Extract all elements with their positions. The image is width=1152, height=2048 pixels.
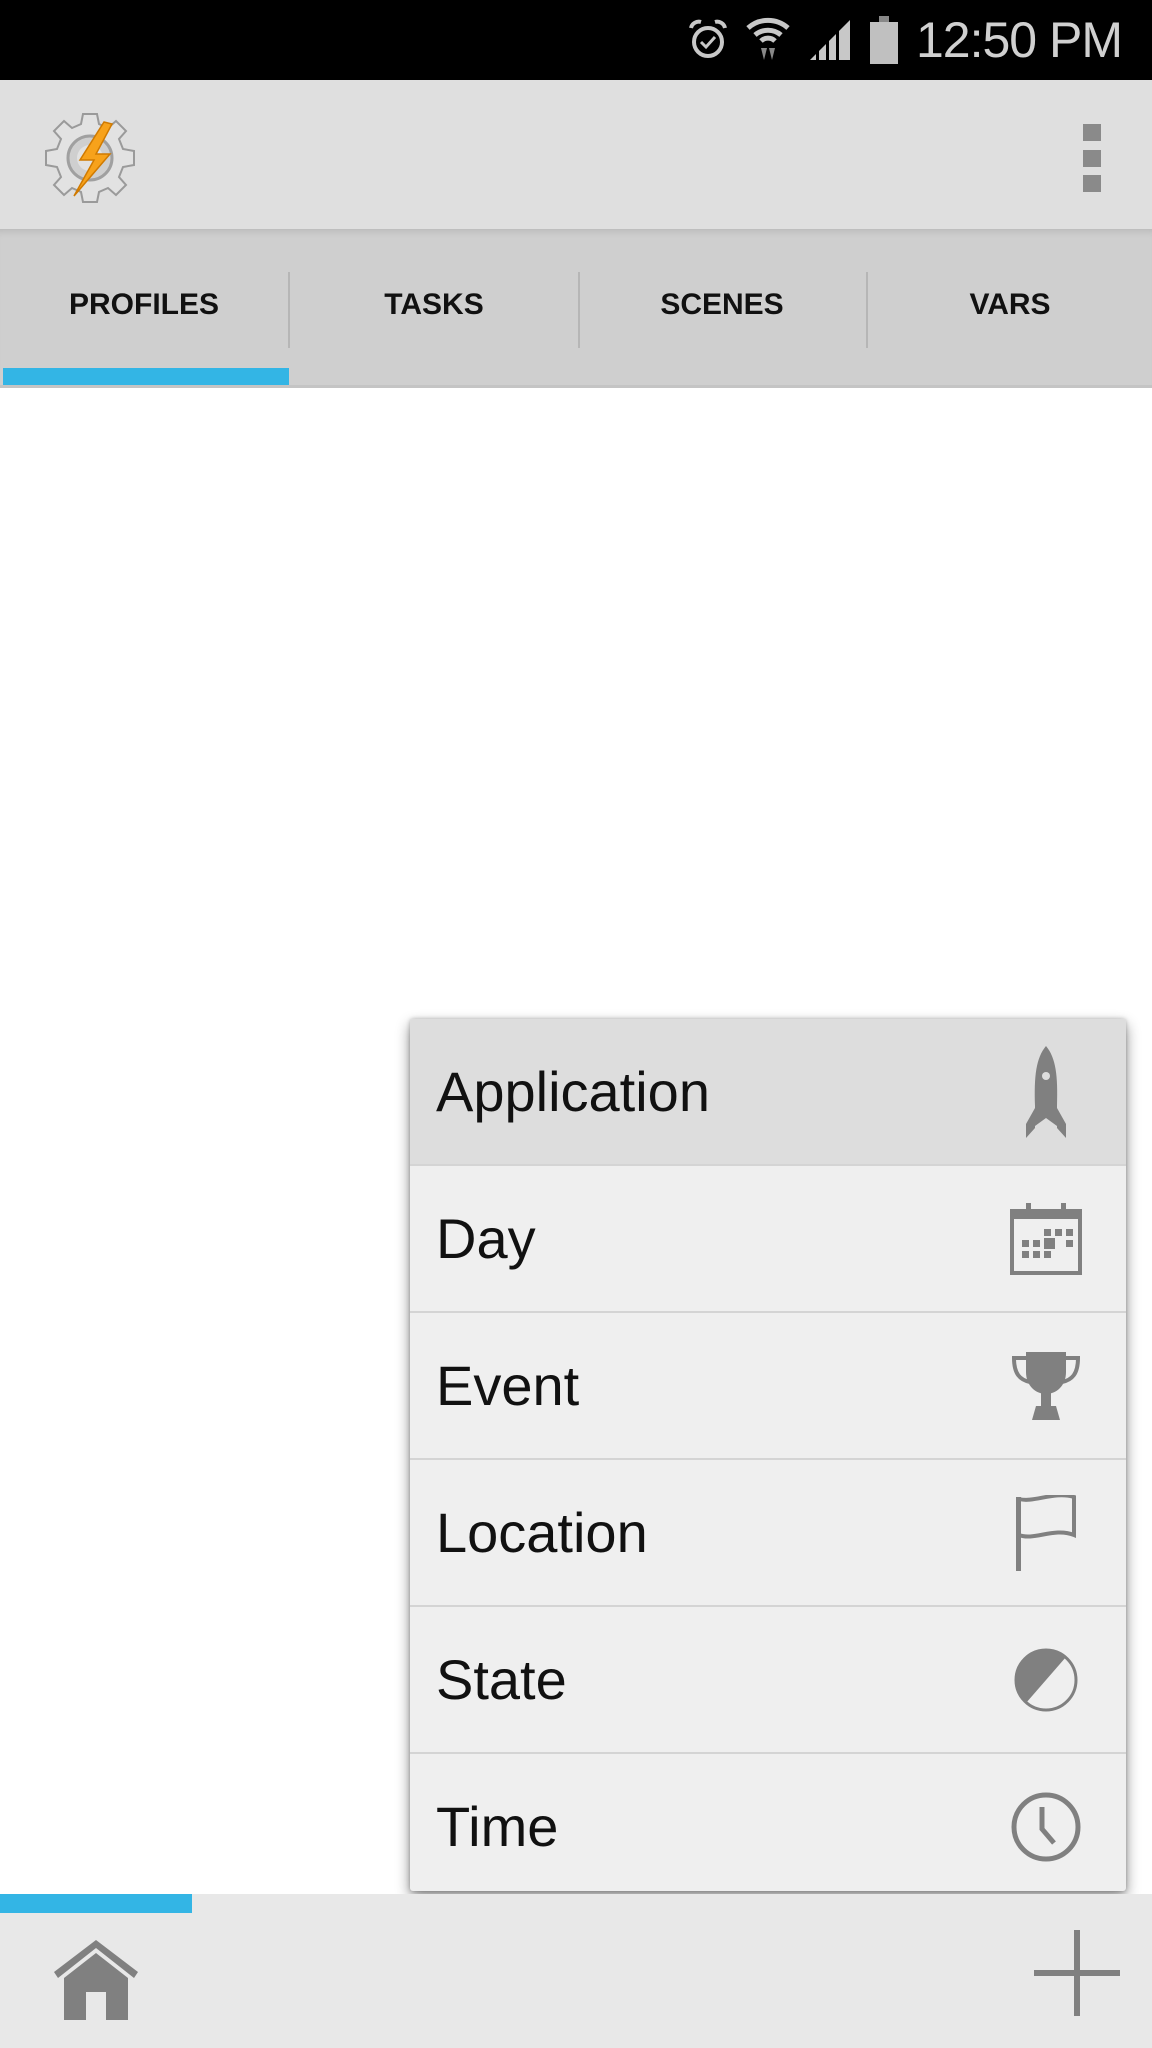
trophy-icon <box>1010 1346 1082 1426</box>
tab-label: SCENES <box>660 288 784 321</box>
status-time: 12:50 PM <box>915 12 1123 68</box>
rocket-icon <box>1010 1045 1082 1138</box>
clock-icon <box>1010 1787 1082 1867</box>
status-icons: 12:50 PM <box>688 0 1123 80</box>
tab-vars[interactable]: VARS <box>866 229 1152 385</box>
alarm-icon <box>689 19 727 58</box>
menu-item-time[interactable]: Time <box>410 1754 1126 1891</box>
calendar-icon <box>1010 1199 1082 1279</box>
tab-label: VARS <box>969 288 1051 321</box>
home-icon[interactable] <box>50 1938 142 2022</box>
menu-item-label: Application <box>436 1060 710 1123</box>
tab-bar: PROFILES TASKS SCENES VARS <box>0 229 1152 385</box>
menu-item-state[interactable]: State <box>410 1607 1126 1754</box>
progress-bar <box>0 1894 1152 1913</box>
overflow-dot <box>1083 124 1101 141</box>
tab-scenes[interactable]: SCENES <box>578 229 866 385</box>
overflow-dot <box>1083 149 1101 167</box>
tab-tasks[interactable]: TASKS <box>290 229 578 385</box>
status-bar: 12:50 PM <box>0 0 1152 80</box>
flag-icon <box>1010 1493 1082 1573</box>
menu-item-application[interactable]: Application <box>410 1019 1126 1166</box>
tab-profiles[interactable]: PROFILES <box>0 229 288 385</box>
app-bar <box>0 80 1152 229</box>
context-type-menu: Application Day Event Location State Tim… <box>410 1019 1126 1891</box>
menu-item-label: Day <box>436 1207 536 1270</box>
menu-item-label: State <box>436 1648 567 1711</box>
menu-item-event[interactable]: Event <box>410 1313 1126 1460</box>
overflow-dot <box>1083 175 1101 192</box>
tasker-logo-icon[interactable] <box>42 110 138 206</box>
progress-fill <box>0 1894 193 1913</box>
menu-item-location[interactable]: Location <box>410 1460 1126 1607</box>
menu-item-label: Event <box>436 1354 580 1417</box>
plus-icon[interactable] <box>1032 1928 1122 2018</box>
half-circle-icon <box>1010 1640 1082 1720</box>
battery-icon <box>869 16 898 64</box>
menu-item-label: Location <box>436 1501 648 1564</box>
menu-item-day[interactable]: Day <box>410 1166 1126 1313</box>
selected-tab-indicator <box>3 368 289 385</box>
tab-label: PROFILES <box>68 288 219 321</box>
signal-icon <box>809 20 850 60</box>
overflow-menu-button[interactable] <box>1080 124 1104 192</box>
bottom-bar <box>0 1894 1152 2048</box>
menu-item-label: Time <box>436 1795 559 1858</box>
tab-label: TASKS <box>384 288 484 321</box>
wifi-icon <box>746 17 790 60</box>
